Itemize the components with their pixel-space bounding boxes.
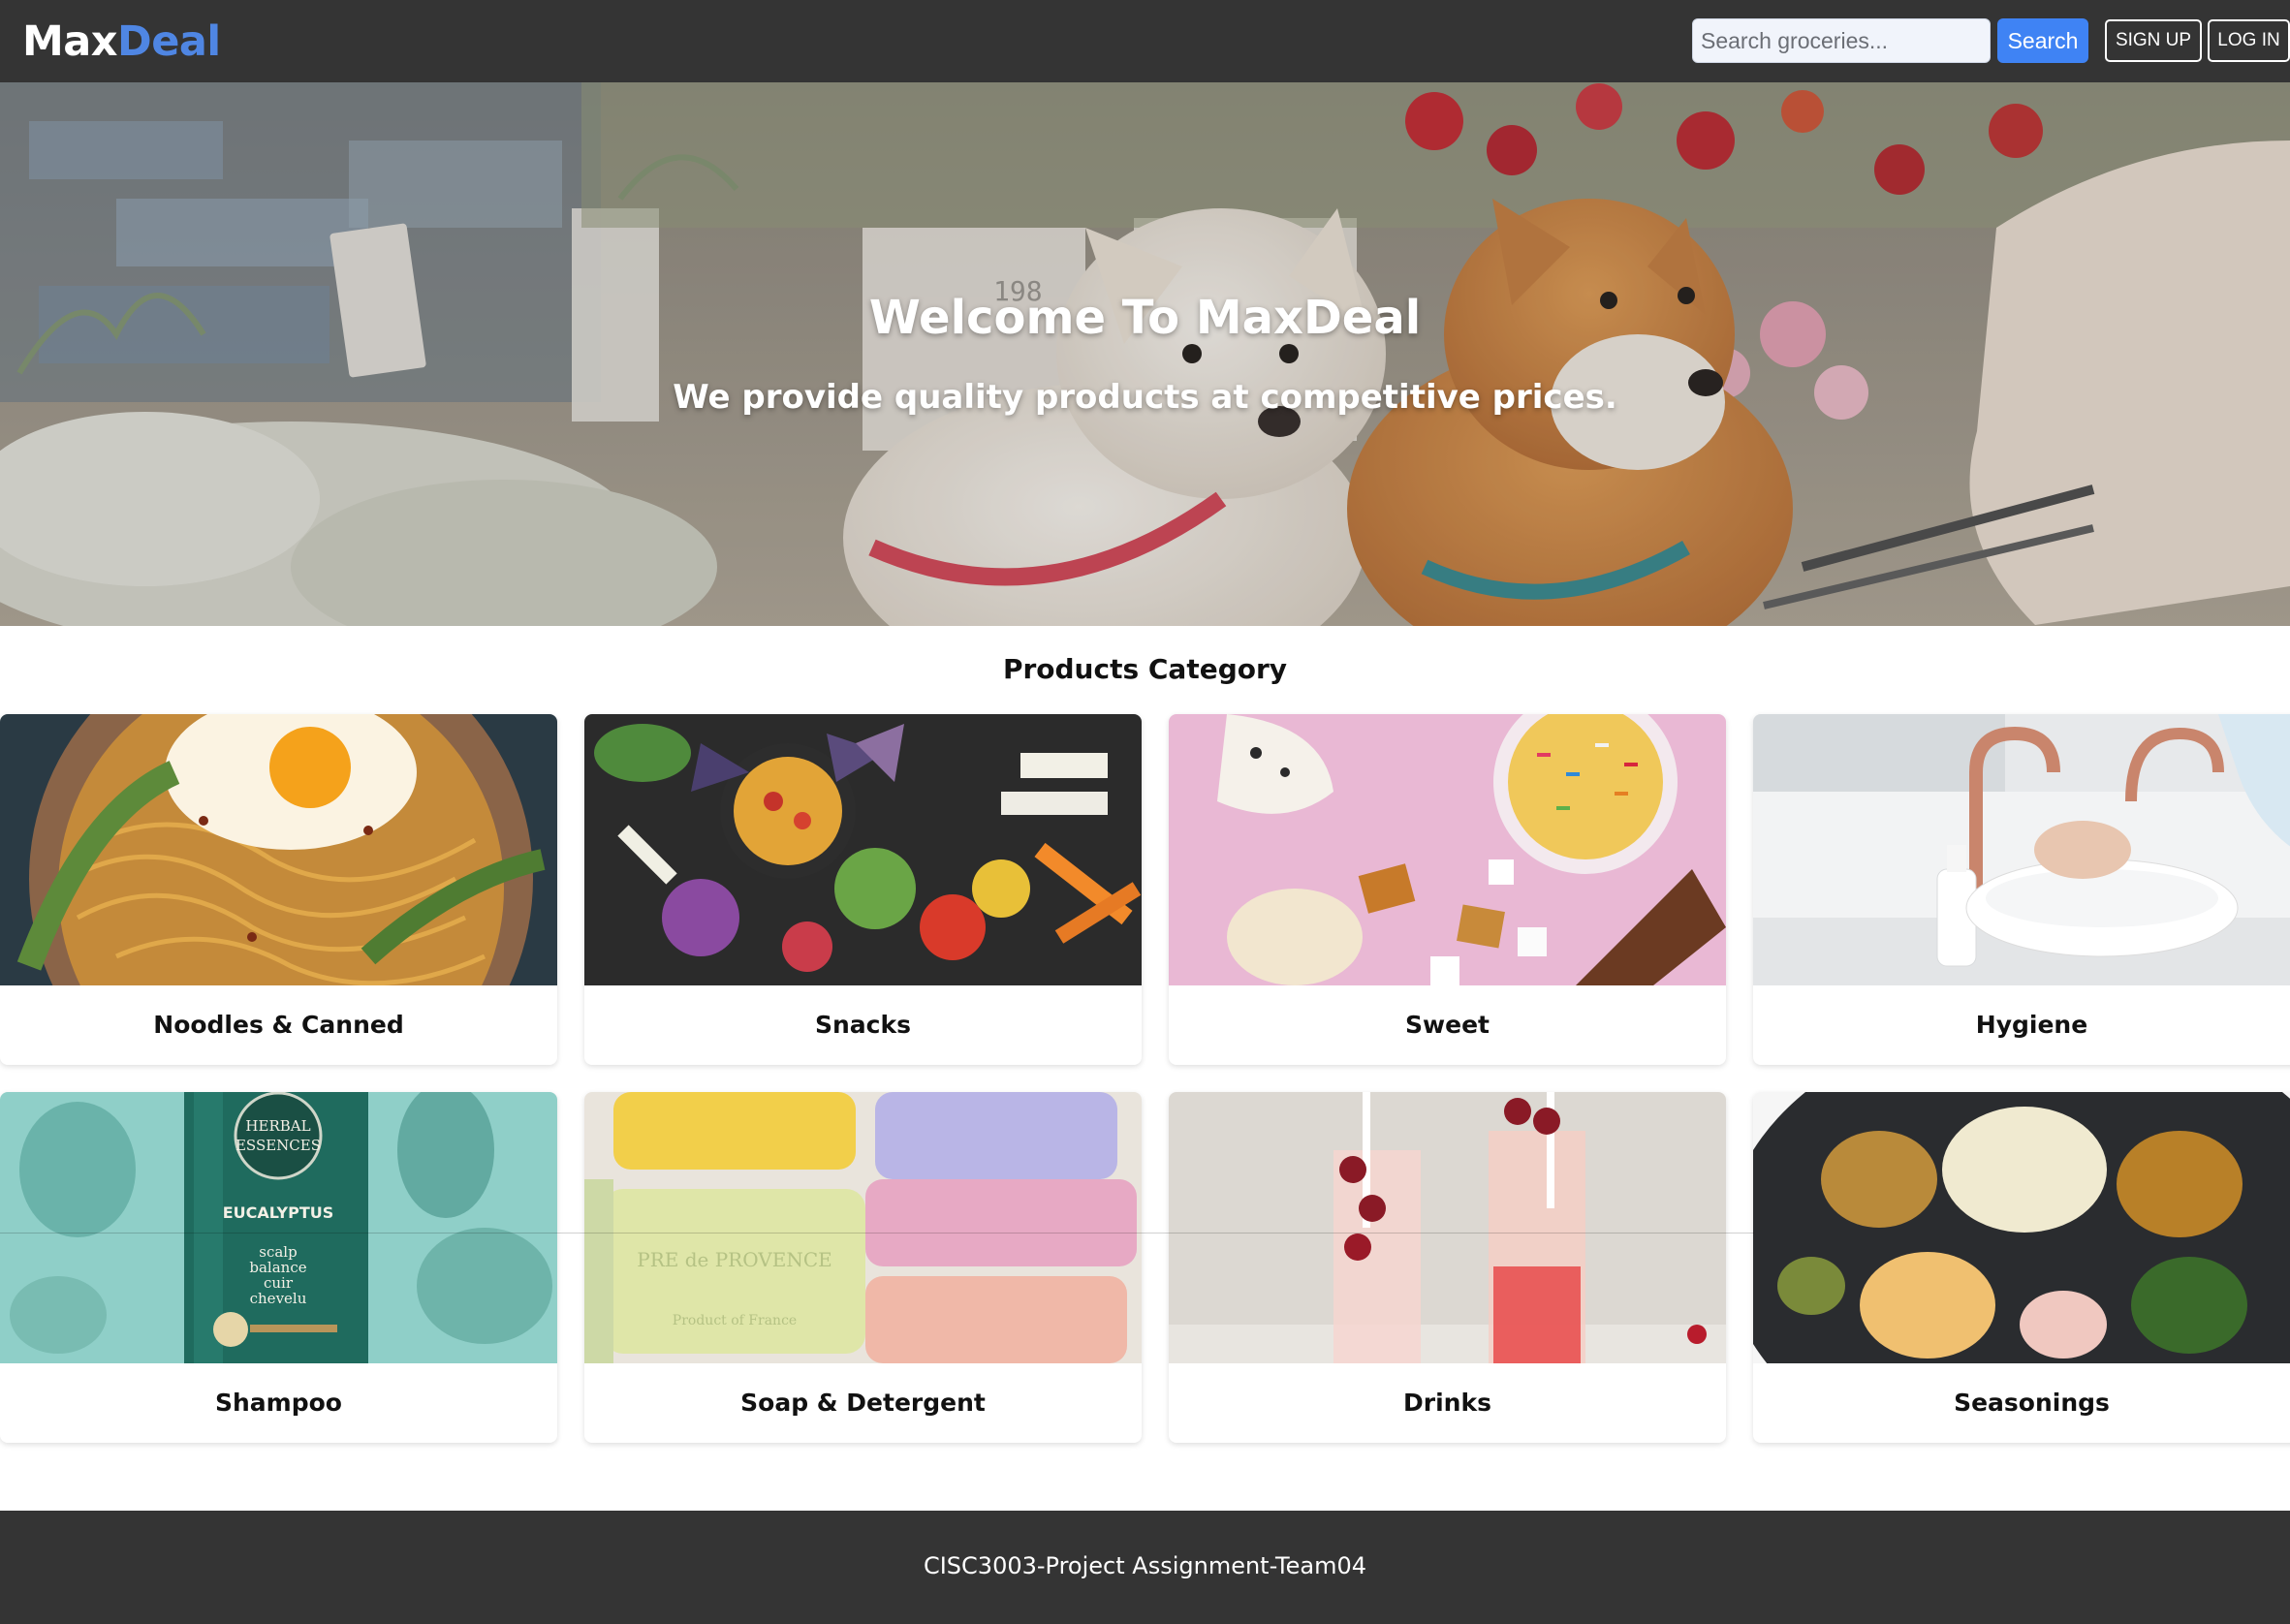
seasonings-image [1753,1092,2290,1363]
maxdeal-logo[interactable]: MaxDeal [22,15,221,69]
logo-part-deal: Deal [117,17,221,66]
category-card-hygiene[interactable]: Hygiene [1753,714,2290,1065]
shampoo-name: EUCALYPTUS [223,1203,334,1222]
category-label: Seasonings [1954,1389,2110,1417]
drinks-image [1169,1092,1726,1363]
soap-image: PRE de PROVENCE Product of France [584,1092,1142,1363]
shampoo-brand-line1: HERBAL [245,1117,310,1135]
shampoo-brand-line2: ESSENCES [235,1137,321,1154]
sign-up-button[interactable]: SIGN UP [2105,19,2202,62]
hero-subtitle: We provide quality products at competiti… [673,378,1617,417]
footer: CISC3003-Project Assignment-Team04 [0,1511,2290,1624]
hero-title: Welcome To MaxDeal [868,291,1422,345]
category-label: Sweet [1405,1011,1490,1039]
category-label: Shampoo [215,1389,342,1417]
logo-part-max: Max [22,17,118,66]
category-card-snacks[interactable]: Snacks [584,714,1142,1065]
category-label: Drinks [1403,1389,1491,1417]
row-divider [0,1233,1754,1234]
category-label: Noodles & Canned [153,1011,404,1039]
soap-origin: Product of France [673,1313,797,1328]
category-card-shampoo[interactable]: HERBAL ESSENCES EUCALYPTUS scalp balance… [0,1092,557,1443]
products-category-heading: Products Category [1002,653,1288,685]
category-label: Soap & Detergent [740,1389,986,1417]
hygiene-image [1753,714,2290,985]
hero-overlay [0,82,2290,626]
category-label: Snacks [815,1011,911,1039]
shampoo-line4: chevelu [250,1290,307,1307]
noodles-image [0,714,557,985]
footer-text: CISC3003-Project Assignment-Team04 [923,1552,1367,1579]
search-button[interactable]: Search [1997,18,2088,63]
navbar: MaxDeal Search SIGN UP LOG IN [0,0,2290,82]
category-card-sweet[interactable]: Sweet [1169,714,1726,1065]
log-in-button[interactable]: LOG IN [2208,19,2290,62]
category-card-drinks[interactable]: Drinks [1169,1092,1726,1443]
category-card-soap-detergent[interactable]: PRE de PROVENCE Product of France Soap &… [584,1092,1142,1443]
hero-banner: 198 Welcome To MaxDeal We provide qualit… [0,82,2290,626]
shampoo-image: HERBAL ESSENCES EUCALYPTUS scalp balance… [0,1092,557,1363]
category-card-noodles-canned[interactable]: Noodles & Canned [0,714,557,1065]
sweet-image [1169,714,1726,985]
category-label: Hygiene [1975,1011,2088,1039]
soap-brand: PRE de PROVENCE [637,1248,831,1271]
snacks-image [584,714,1142,985]
category-card-seasonings[interactable]: Seasonings [1753,1092,2290,1443]
search-input[interactable] [1692,18,1991,63]
